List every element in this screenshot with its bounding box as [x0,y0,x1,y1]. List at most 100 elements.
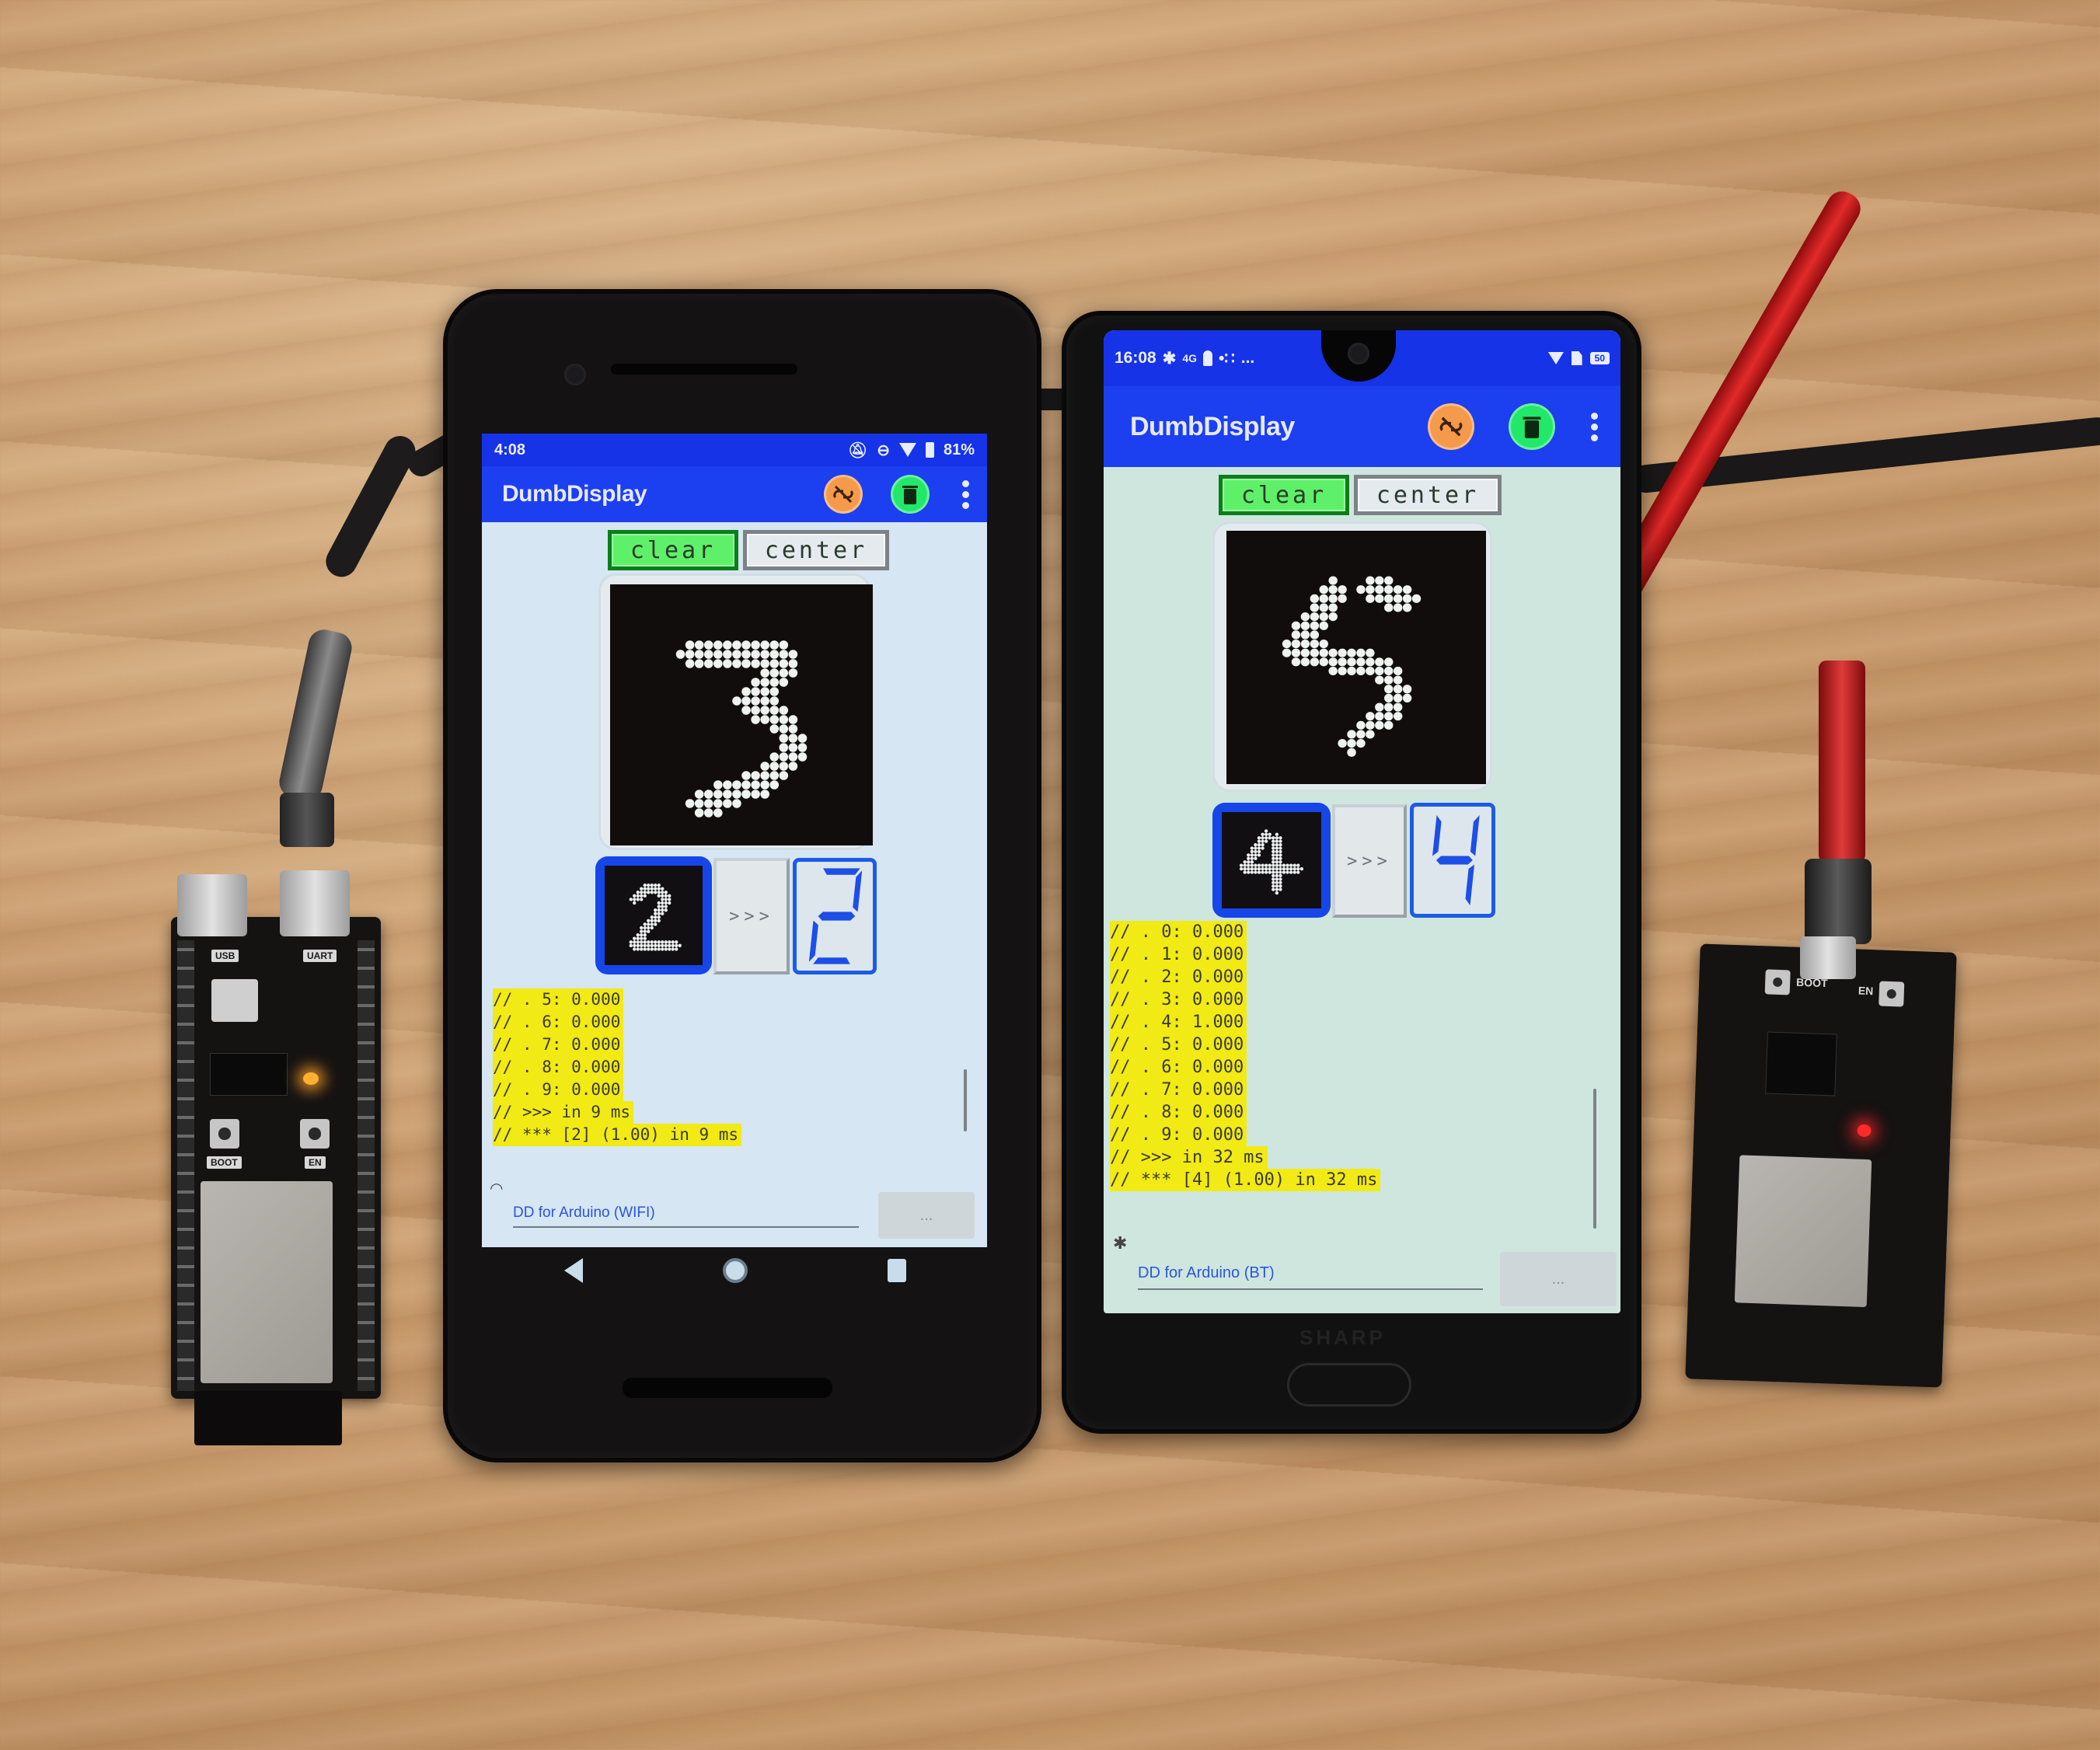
thumbnail-pixel [1243,870,1247,874]
home-icon[interactable] [723,1258,748,1283]
thumbnail-pixel [661,912,665,915]
log-line: // . 9: 0.000 [493,1079,624,1101]
board-label-uart: UART [303,950,337,962]
thumbnail-pixel [643,943,647,948]
canvas-pixel [760,715,769,724]
log-line: // . 6: 0.000 [1110,1056,1247,1079]
recognized-input-thumbnail [595,856,712,974]
thumbnail-pixel [647,943,651,948]
thumbnail-digit-4 [1239,829,1304,895]
thumbnail-pixel [633,940,637,944]
canvas-pixel [1310,639,1320,649]
canvas-pixel [760,706,769,715]
thumbnail-pixel [654,912,658,915]
thumbnail-pixel [654,947,658,951]
thumbnail-pixel [1264,829,1268,833]
canvas-pixel [1375,576,1384,585]
esp32-module [1734,1155,1872,1308]
seven-segment-digit-4 [1432,815,1480,905]
canvas-pixel [1319,657,1328,667]
canvas-pixel [1384,712,1394,721]
thumbnail-pixel [1257,866,1261,871]
canvas-pixel [694,640,704,650]
unlink-button[interactable] [1428,403,1474,450]
drawing-canvas[interactable] [1226,531,1486,784]
fingerprint-home-button[interactable] [1287,1363,1411,1407]
thumbnail-pixel [654,908,658,912]
right-esp32-board: BOOT EN [1685,943,1957,1388]
connection-options-button[interactable]: ... [1500,1252,1617,1306]
canvas-pixel [1328,612,1338,622]
canvas-pixel [1310,630,1320,640]
thumbnail-pixel [640,943,644,948]
thumbnail-pixel [647,891,651,894]
canvas-pixel [788,659,798,668]
canvas-pixel [732,696,741,706]
drawing-canvas[interactable] [610,584,873,845]
canvas-pixel [1411,594,1422,603]
usb-uart-chip [1765,1031,1837,1096]
thumbnail-pixel [633,901,637,905]
thumbnail-pixel [650,891,654,894]
en-button [1878,981,1905,1007]
canvas-pixel [751,771,760,780]
board-label-en: EN [305,1156,326,1169]
recents-icon[interactable] [888,1259,906,1282]
segment-e [808,920,818,962]
log-scrollbar[interactable] [1593,1089,1596,1229]
thumbnail-pixel [1254,866,1258,871]
thumbnail-pixel [1254,849,1258,854]
canvas-pixel [769,706,780,715]
thumbnail-pixel [1278,877,1282,881]
clear-button[interactable]: clear [608,530,738,570]
center-button[interactable]: center [1354,475,1502,515]
thumbnail-pixel [1272,849,1275,854]
thumbnail-pixel [1272,884,1275,888]
canvas-pixel [1375,712,1384,721]
thumbnail-pixel [1275,880,1279,884]
red-cable-collar [1805,859,1872,944]
connection-options-button[interactable]: ... [878,1192,975,1239]
unlink-button[interactable] [824,475,863,514]
more-vert-icon[interactable] [958,479,973,510]
segment-f [1432,815,1442,856]
thumbnail-pixel [654,915,658,919]
en-button [300,1119,330,1149]
canvas-pixel [741,706,751,715]
thumbnail-pixel [1275,884,1279,888]
thumbnail-pixel [1272,873,1275,878]
canvas-pixel [732,640,741,650]
thumbnail-pixel [661,894,665,898]
segment-a [823,868,860,875]
connection-name[interactable]: DD for Arduino (BT) [1138,1264,1483,1290]
more-vert-icon[interactable] [1586,410,1602,444]
clear-button[interactable]: clear [1219,475,1349,515]
canvas-pixel [703,799,713,808]
thumbnail-pixel [1272,870,1275,874]
thumbnail-pixel [1254,846,1258,850]
center-button[interactable]: center [743,530,889,570]
thumbnail-pixel [1272,842,1275,847]
log-scrollbar[interactable] [964,1069,967,1131]
thumbnail-pixel [650,883,654,887]
canvas-pixel [779,650,789,659]
canvas-pixel [779,724,789,734]
canvas-pixel [1319,648,1328,657]
drawn-digit-5 [1282,576,1422,757]
thumbnail-pixel [1243,866,1247,871]
thumbnail-pixel [661,901,665,905]
thumbnail-pixel [1250,849,1254,854]
connection-name[interactable]: DD for Arduino (WIFI) [513,1204,859,1228]
back-icon[interactable] [564,1258,583,1283]
trash-button[interactable] [1509,403,1555,450]
canvas-pixel [1393,585,1403,594]
power-led [1857,1124,1872,1138]
canvas-pixel [760,771,769,780]
canvas-pixel [1384,693,1394,702]
canvas-pixel [760,687,769,696]
canvas-pixel [769,678,780,687]
trash-button[interactable] [891,475,930,514]
canvas-pixel [760,696,769,706]
thumbnail-pixel [1278,887,1282,891]
thumbnail-pixel [1254,870,1258,874]
